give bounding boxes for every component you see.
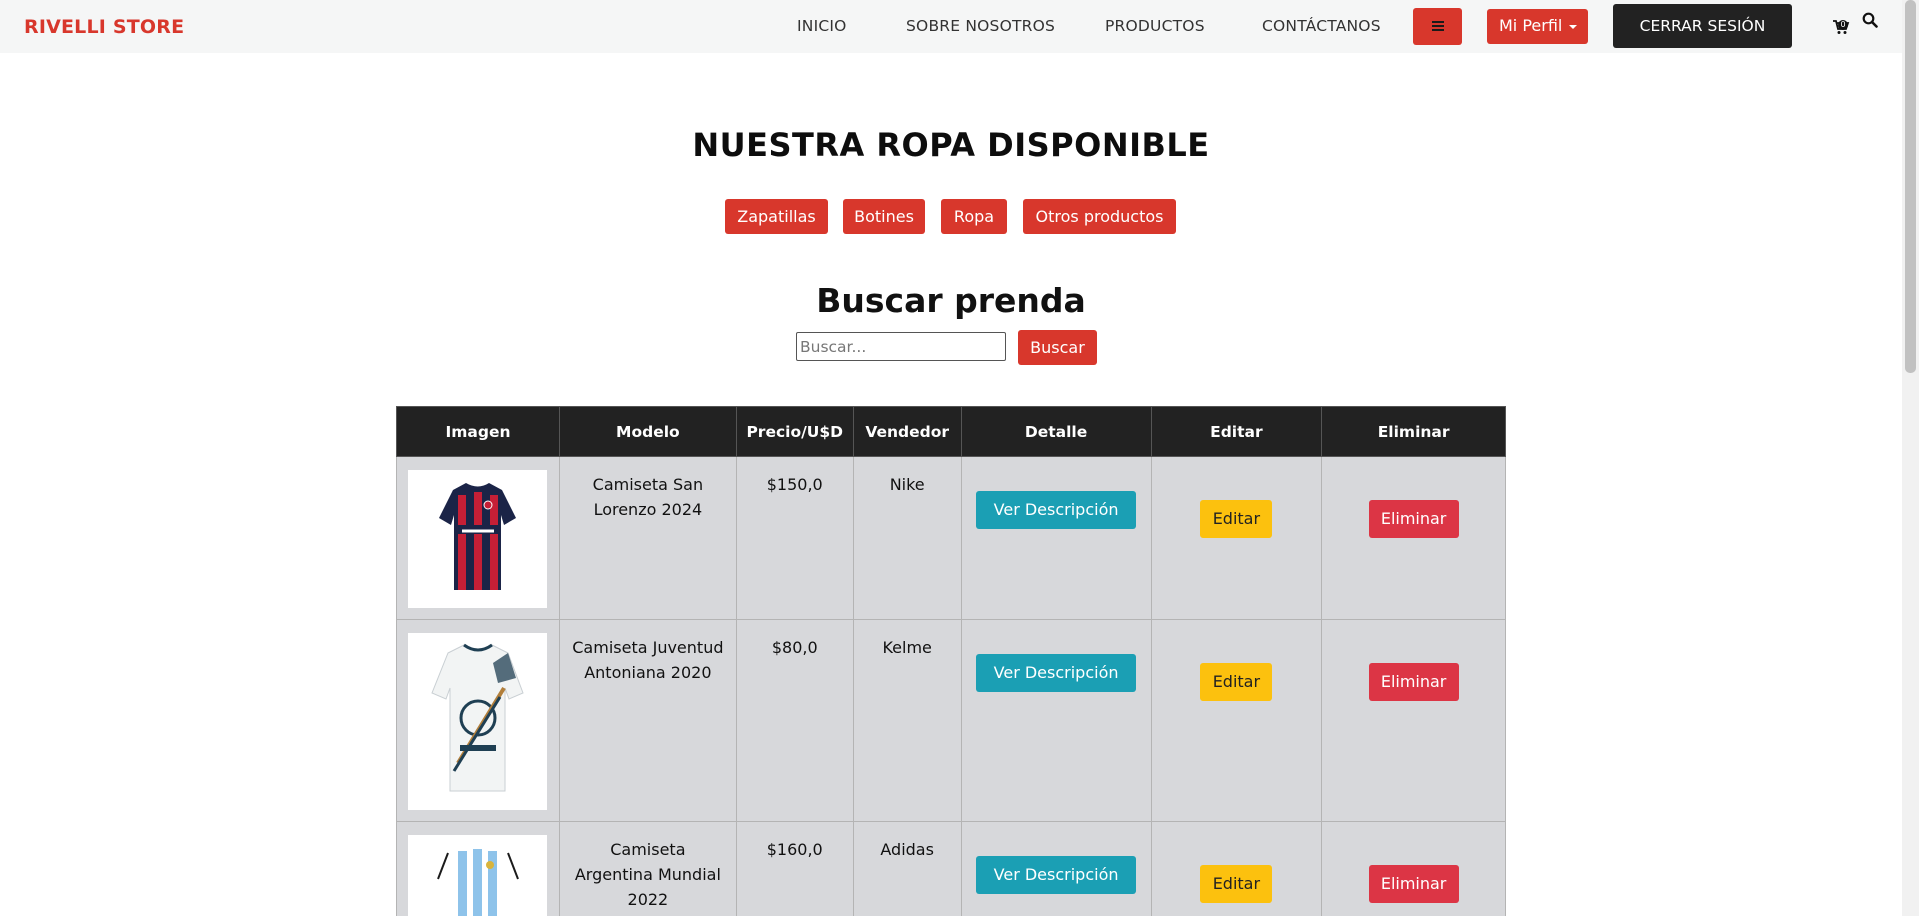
price-cell: $160,0 xyxy=(735,821,854,916)
profile-dropdown-button[interactable]: Mi Perfil xyxy=(1487,9,1588,44)
header-vendedor: Vendedor xyxy=(852,406,962,457)
detail-cell: Ver Descripción xyxy=(960,456,1152,620)
header-editar: Editar xyxy=(1150,406,1323,457)
menu-button[interactable] xyxy=(1413,8,1462,45)
delete-cell: Eliminar xyxy=(1321,619,1506,822)
image-cell xyxy=(396,456,560,620)
delete-cell: Eliminar xyxy=(1321,821,1506,916)
product-image-juventud-antoniana xyxy=(408,633,547,810)
navbar: RIVELLI STORE INICIO SOBRE NOSOTROS PROD… xyxy=(0,0,1902,53)
caret-down-icon xyxy=(1569,25,1577,29)
view-description-button[interactable]: Ver Descripción xyxy=(976,491,1137,529)
table-row: Camiseta Argentina Mundial 2022 $160,0 A… xyxy=(396,821,1506,916)
model-cell: Camiseta Juventud Antoniana 2020 xyxy=(558,619,737,822)
edit-button[interactable]: Editar xyxy=(1200,865,1273,903)
delete-cell: Eliminar xyxy=(1321,456,1506,620)
nav-link-sobre-nosotros[interactable]: SOBRE NOSOTROS xyxy=(906,17,1055,35)
nav-link-contactanos[interactable]: CONTÁCTANOS xyxy=(1262,17,1381,35)
image-cell xyxy=(396,619,560,822)
delete-button[interactable]: Eliminar xyxy=(1368,663,1459,701)
products-table: Imagen Modelo Precio/U$D Vendedor Detall… xyxy=(396,406,1506,916)
edit-cell: Editar xyxy=(1150,619,1323,822)
nav-link-inicio[interactable]: INICIO xyxy=(797,17,847,35)
search-title: Buscar prenda xyxy=(816,281,1086,320)
model-cell: Camiseta Argentina Mundial 2022 xyxy=(558,821,737,916)
cart-count-badge: 0 xyxy=(1838,20,1848,30)
search-button[interactable]: Buscar xyxy=(1018,330,1097,365)
vendor-cell: Adidas xyxy=(852,821,962,916)
view-description-button[interactable]: Ver Descripción xyxy=(976,654,1137,692)
edit-cell: Editar xyxy=(1150,821,1323,916)
edit-button[interactable]: Editar xyxy=(1200,663,1273,701)
header-imagen: Imagen xyxy=(396,406,560,457)
detail-cell: Ver Descripción xyxy=(960,619,1152,822)
search-icon[interactable] xyxy=(1862,12,1878,28)
delete-button[interactable]: Eliminar xyxy=(1368,500,1459,538)
logout-button[interactable]: CERRAR SESIÓN xyxy=(1613,4,1792,48)
model-cell: Camiseta San Lorenzo 2024 xyxy=(558,456,737,620)
header-precio: Precio/U$D xyxy=(735,406,854,457)
bars-icon xyxy=(1432,21,1444,31)
table-header-row: Imagen Modelo Precio/U$D Vendedor Detall… xyxy=(396,406,1506,457)
edit-button[interactable]: Editar xyxy=(1200,500,1273,538)
delete-button[interactable]: Eliminar xyxy=(1368,865,1459,903)
detail-cell: Ver Descripción xyxy=(960,821,1152,916)
product-image-san-lorenzo xyxy=(408,470,547,608)
filter-zapatillas-button[interactable]: Zapatillas xyxy=(725,199,828,234)
brand-logo[interactable]: RIVELLI STORE xyxy=(24,16,184,38)
profile-label: Mi Perfil xyxy=(1499,16,1563,35)
image-cell xyxy=(396,821,560,916)
nav-link-productos[interactable]: PRODUCTOS xyxy=(1105,17,1205,35)
header-modelo: Modelo xyxy=(558,406,737,457)
header-detalle: Detalle xyxy=(960,406,1152,457)
table-row: Camiseta Juventud Antoniana 2020 $80,0 K… xyxy=(396,619,1506,822)
vendor-cell: Nike xyxy=(852,456,962,620)
scrollbar-thumb[interactable] xyxy=(1905,0,1916,373)
search-input[interactable] xyxy=(796,332,1006,361)
product-image-argentina xyxy=(408,835,547,916)
price-cell: $150,0 xyxy=(735,456,854,620)
page-title: NUESTRA ROPA DISPONIBLE xyxy=(692,126,1210,164)
edit-cell: Editar xyxy=(1150,456,1323,620)
filter-ropa-button[interactable]: Ropa xyxy=(941,199,1007,234)
price-cell: $80,0 xyxy=(735,619,854,822)
vendor-cell: Kelme xyxy=(852,619,962,822)
filter-otros-productos-button[interactable]: Otros productos xyxy=(1023,199,1176,234)
table-row: Camiseta San Lorenzo 2024 $150,0 Nike Ve… xyxy=(396,456,1506,620)
header-eliminar: Eliminar xyxy=(1321,406,1506,457)
filter-botines-button[interactable]: Botines xyxy=(843,199,925,234)
view-description-button[interactable]: Ver Descripción xyxy=(976,856,1137,894)
